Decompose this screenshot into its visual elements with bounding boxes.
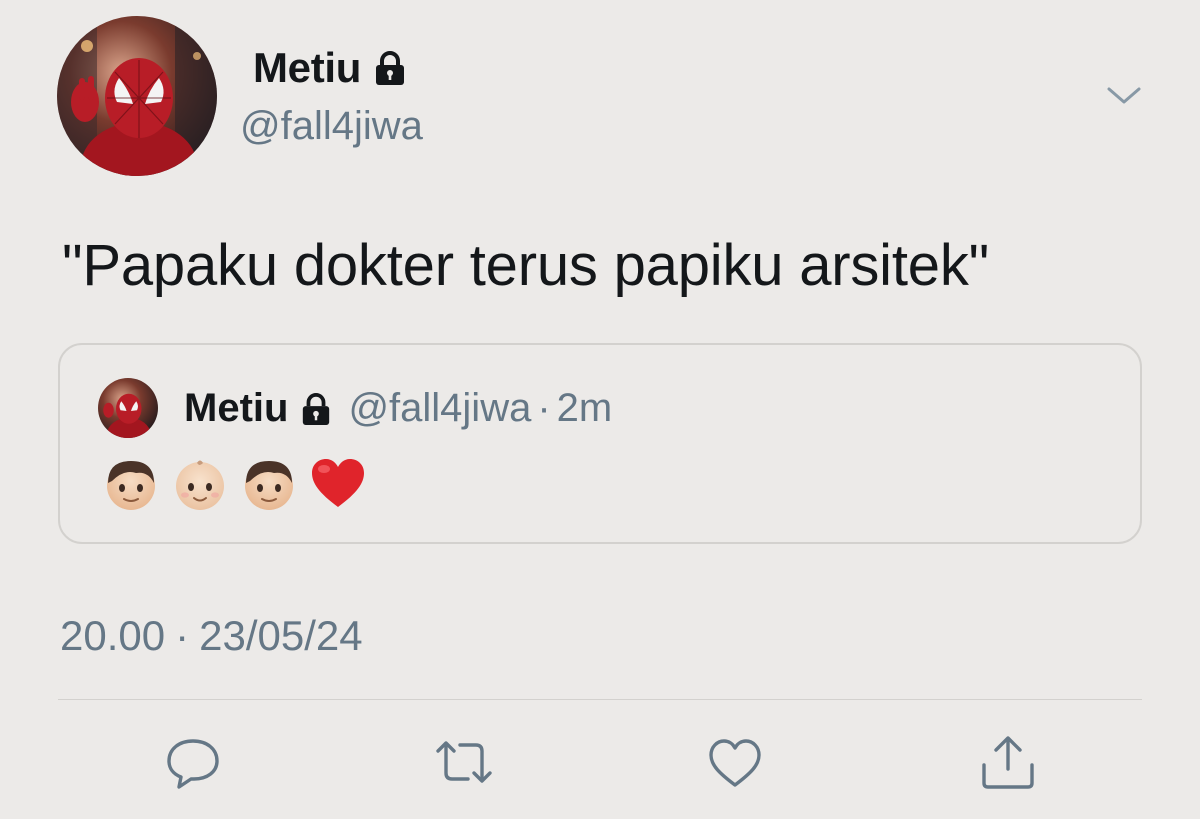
display-name[interactable]: Metiu (253, 44, 361, 92)
like-icon[interactable] (705, 735, 765, 791)
boy-emoji (102, 455, 160, 513)
quote-separator: · (537, 386, 551, 430)
quote-text (102, 455, 367, 513)
timestamp-date: 23/05/24 (199, 612, 363, 659)
boy-emoji (240, 455, 298, 513)
reply-icon[interactable] (163, 735, 223, 791)
timestamp-separator: · (175, 612, 190, 659)
quote-tweet-card[interactable]: Metiu @fall4jiwa · 2m (58, 343, 1142, 544)
share-icon[interactable] (978, 735, 1038, 791)
lock-icon (373, 50, 407, 86)
quote-display-name: Metiu (184, 386, 289, 430)
quote-header: Metiu @fall4jiwa · 2m (184, 386, 612, 431)
author-handle[interactable]: @fall4jiwa (240, 104, 423, 149)
baby-emoji (171, 455, 229, 513)
retweet-icon[interactable] (434, 735, 494, 791)
quote-time-ago: 2m (556, 386, 613, 430)
divider (58, 699, 1142, 700)
chevron-down-icon[interactable] (1106, 84, 1142, 108)
tweet-text: "Papaku dokter terus papiku arsitek" (62, 233, 990, 298)
tweet-timestamp[interactable]: 20.00 · 23/05/24 (60, 612, 363, 660)
timestamp-time: 20.00 (60, 612, 166, 659)
lock-icon (300, 392, 332, 426)
author-name-row: Metiu (253, 44, 407, 92)
tweet-detail: Metiu @fall4jiwa "Papaku dokter terus pa… (0, 0, 1200, 819)
quote-handle: @fall4jiwa (348, 386, 532, 430)
quote-avatar[interactable] (98, 378, 158, 438)
avatar[interactable] (57, 16, 217, 176)
red-heart-emoji (309, 455, 367, 513)
